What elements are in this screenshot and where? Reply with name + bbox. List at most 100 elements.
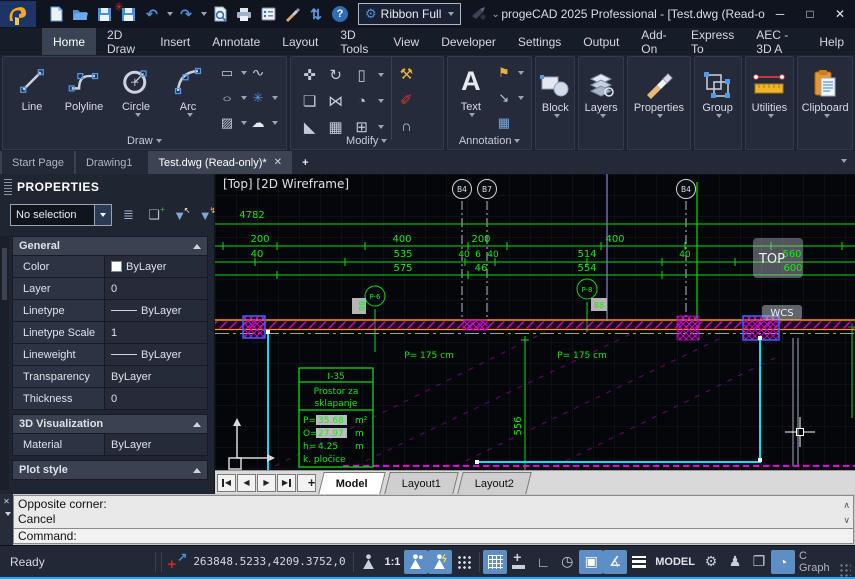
command-close-icon[interactable]: ✕ — [3, 497, 10, 506]
command-menu-icon[interactable] — [5, 512, 11, 516]
options-icon[interactable] — [256, 3, 280, 25]
tab-help[interactable]: Help — [808, 28, 855, 55]
command-input[interactable]: Command: — [13, 529, 854, 544]
help-icon[interactable]: ? — [328, 3, 352, 25]
ribbon-mode-selector[interactable]: ⚙ Ribbon Full — [358, 3, 461, 25]
doc-tab-overflow-icon[interactable] — [841, 159, 847, 163]
mirror-tool-icon[interactable]: ⋈ — [328, 92, 343, 110]
tab-home[interactable]: Home — [42, 28, 96, 55]
prev-tab-button[interactable]: ◀ — [237, 474, 256, 492]
table-tool-icon[interactable]: ▦ — [494, 113, 514, 133]
properties-dropdown-icon[interactable] — [657, 114, 663, 118]
selection-filter-combobox[interactable]: No selection — [10, 204, 112, 226]
coordinates-readout[interactable]: 263848.5233,4209.3752,0 — [189, 555, 349, 568]
polar-toggle-icon[interactable]: ◷ — [555, 550, 579, 574]
tab-developer[interactable]: Developer — [430, 28, 507, 55]
snap-toggle-icon[interactable] — [507, 550, 531, 574]
prop-row-linetype[interactable]: Linetype ByLayer — [12, 300, 208, 322]
open-file-icon[interactable] — [68, 3, 92, 25]
annotation-scale-icon[interactable] — [357, 550, 381, 574]
close-button[interactable]: ✕ — [825, 2, 855, 26]
quick-select-icon[interactable]: ≣ — [120, 207, 138, 223]
panel-annotation-label[interactable]: Annotation — [448, 135, 532, 147]
erase-tool-icon[interactable]: ✐ — [400, 89, 413, 111]
panel-clipboard[interactable]: Clipboard — [797, 56, 853, 150]
point-tool-icon[interactable]: ✳ — [248, 88, 268, 108]
save-icon[interactable] — [92, 3, 116, 25]
first-tab-button[interactable]: ◀ — [217, 474, 236, 492]
point-dropdown-icon[interactable] — [272, 96, 278, 100]
tab-view[interactable]: View — [382, 28, 430, 55]
prop-row-thickness[interactable]: Thickness 0 — [12, 388, 208, 410]
layers-dropdown-icon[interactable] — [600, 114, 606, 118]
tab-add-on[interactable]: Add-On — [630, 28, 680, 55]
render-tool-icon[interactable] — [467, 3, 491, 25]
explode-tool-icon[interactable]: ⊞ — [355, 118, 368, 136]
text-button[interactable]: A Text — [454, 61, 488, 133]
undo-icon[interactable]: ↶ — [140, 3, 164, 25]
palette-grip[interactable] — [4, 179, 12, 195]
panel-utilities[interactable]: Utilities — [745, 56, 795, 150]
prop-row-lineweight[interactable]: Lineweight ByLayer — [12, 344, 208, 366]
fillet-tool-icon[interactable]: ◔ — [357, 93, 366, 110]
tab-3d-tools[interactable]: 3D Tools — [329, 28, 382, 55]
section-3d-visualization[interactable]: 3D Visualization — [12, 414, 208, 434]
annotation-monitor-icon[interactable]: ♟ — [723, 550, 747, 574]
edit-polyline-icon[interactable]: ∩ — [400, 115, 413, 137]
panel-layers[interactable]: Layers — [578, 56, 624, 150]
toolbar-overflow-icon[interactable]: ⌄ — [491, 9, 501, 20]
move-tool-icon[interactable]: ✜ — [303, 66, 316, 84]
polyline-button[interactable]: Polyline — [59, 61, 109, 133]
command-history[interactable]: Opposite corner: Cancel ∧ ∨ — [13, 495, 854, 529]
panel-modify-label[interactable]: Modify — [291, 135, 443, 147]
tab-layout[interactable]: Layout — [271, 28, 329, 55]
explode-dropdown-icon[interactable] — [378, 125, 384, 129]
doc-tab-start-page[interactable]: Start Page — [0, 151, 74, 174]
tab-insert[interactable]: Insert — [149, 28, 201, 55]
sync-icon[interactable]: ⇅ — [304, 3, 328, 25]
panel-properties[interactable]: Properties — [627, 56, 691, 150]
text-dropdown-icon[interactable] — [469, 113, 475, 117]
settings-gear-icon[interactable]: ⚙ — [699, 550, 723, 574]
hatch-dropdown-icon[interactable] — [241, 121, 247, 125]
grid-toggle-icon[interactable] — [483, 550, 507, 574]
prop-row-layer[interactable]: Layer 0 — [12, 278, 208, 300]
coords-icon[interactable]: +↗ — [165, 550, 189, 574]
tab-layout2[interactable]: Layout2 — [457, 472, 532, 494]
section-general[interactable]: General — [12, 236, 208, 256]
palette-scrollbar[interactable] — [0, 236, 9, 490]
panel-block[interactable]: Block — [535, 56, 575, 150]
doc-tab-close-icon[interactable]: ✕ — [274, 157, 282, 168]
circle-button[interactable]: Circle — [111, 61, 161, 133]
line-button[interactable]: Line — [7, 61, 57, 133]
arc-button[interactable]: Arc — [163, 61, 213, 133]
clipboard-dropdown-icon[interactable] — [824, 114, 830, 118]
annotation-visibility-icon[interactable] — [404, 550, 428, 574]
tab-aec-3d[interactable]: AEC - 3D A — [745, 28, 808, 55]
model-space-toggle[interactable]: MODEL — [651, 556, 699, 568]
tab-output[interactable]: Output — [572, 28, 630, 55]
arc-dropdown-icon[interactable] — [187, 113, 193, 117]
prop-row-linetype-scale[interactable]: Linetype Scale 1 — [12, 322, 208, 344]
trim-dropdown-icon[interactable] — [378, 73, 384, 77]
app-logo-icon[interactable] — [0, 1, 36, 27]
annotation-scale-value[interactable]: 1:1 — [381, 556, 405, 568]
new-file-icon[interactable] — [44, 3, 68, 25]
next-tab-button[interactable]: ▶ — [257, 474, 276, 492]
array-tool-icon[interactable]: ▦ — [329, 118, 343, 136]
panel-draw-label[interactable]: Draw — [3, 135, 286, 147]
lineweight-toggle-icon[interactable] — [627, 550, 651, 574]
prop-row-material[interactable]: Material ByLayer — [12, 434, 208, 456]
panel-group[interactable]: Group — [694, 56, 742, 150]
fillet-dropdown-icon[interactable] — [378, 99, 384, 103]
redo-dropdown[interactable] — [198, 10, 208, 19]
chamfer-tool-icon[interactable]: ◣ — [304, 118, 316, 136]
scroll-up-icon[interactable]: ∧ — [843, 498, 850, 513]
ortho-toggle-icon[interactable]: ∟ — [531, 550, 555, 574]
print-preview-icon[interactable] — [208, 3, 232, 25]
performance-gauge-icon[interactable]: ◔ — [771, 550, 795, 574]
hatch-tool-icon[interactable]: ▨ — [217, 113, 237, 133]
doc-tab-drawing1[interactable]: Drawing1 — [74, 151, 142, 174]
quick-view-icon[interactable]: ❐ — [747, 550, 771, 574]
tab-express-to[interactable]: Express To — [680, 28, 745, 55]
